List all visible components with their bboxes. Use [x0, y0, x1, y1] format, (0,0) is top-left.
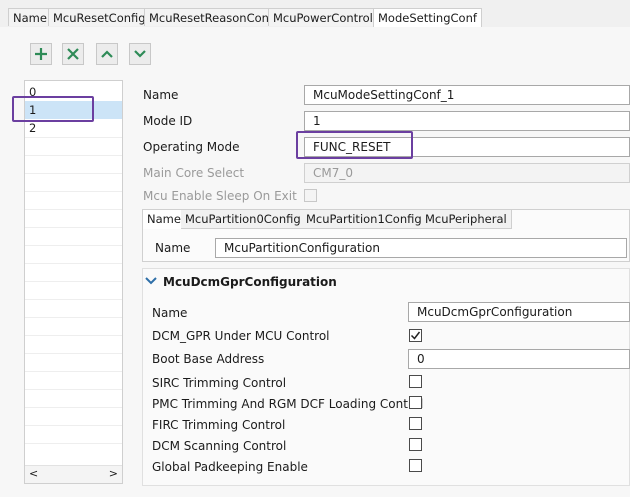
- inner-tab-mcu-partition1-config[interactable]: McuPartition1Config: [302, 210, 427, 229]
- inner-tab-mcu-partition0-config[interactable]: McuPartition0Config: [181, 210, 306, 229]
- dcm-gpr-checkbox[interactable]: [409, 329, 422, 342]
- name-label: Name: [143, 88, 179, 102]
- inner-tab-mcu-peripheral[interactable]: McuPeripheral: [421, 210, 512, 229]
- collapse-chevron-icon[interactable]: [145, 276, 157, 286]
- divider: [25, 425, 122, 426]
- checkmark-icon: [410, 331, 421, 340]
- name-field[interactable]: McuModeSettingConf_1: [304, 85, 630, 105]
- divider: [25, 299, 122, 300]
- chevron-up-icon: [101, 50, 113, 58]
- top-tab-bar: Name McuResetConfig McuResetReasonConf M…: [0, 0, 630, 28]
- divider: [25, 317, 122, 318]
- partition-name-label: Name: [155, 241, 191, 255]
- dcm-scan-checkbox[interactable]: [409, 438, 422, 451]
- sleep-on-exit-checkbox[interactable]: [304, 189, 317, 202]
- firc-checkbox[interactable]: [409, 417, 422, 430]
- partition-config-panel: Name McuPartition0Config McuPartition1Co…: [142, 209, 630, 262]
- sirc-checkbox[interactable]: [409, 375, 422, 388]
- divider: [25, 281, 122, 282]
- pmc-checkbox[interactable]: [409, 396, 422, 409]
- divider: [25, 335, 122, 336]
- x-icon: [67, 48, 79, 60]
- main-core-select[interactable]: CM7_0: [304, 163, 630, 183]
- divider: [25, 191, 122, 192]
- divider: [25, 173, 122, 174]
- scroll-right-icon[interactable]: >: [109, 467, 118, 480]
- pmc-label: PMC Trimming And RGM DCF Loading Control: [152, 397, 424, 411]
- chevron-down-icon: [134, 50, 146, 58]
- divider: [25, 353, 122, 354]
- main-core-select-label: Main Core Select: [143, 166, 245, 180]
- dcm-name-field[interactable]: McuDcmGprConfiguration: [408, 302, 630, 322]
- mode-id-label: Mode ID: [143, 114, 193, 128]
- mode-id-field[interactable]: 1: [304, 111, 630, 131]
- boot-base-field[interactable]: 0: [408, 349, 630, 369]
- tab-mcu-reset-config[interactable]: McuResetConfig: [48, 8, 151, 26]
- plus-icon: [35, 48, 47, 60]
- divider: [25, 155, 122, 156]
- mode-setting-list[interactable]: 0 1 2 < >: [24, 80, 123, 484]
- inner-tab-name[interactable]: Name: [143, 210, 186, 229]
- sirc-label: SIRC Trimming Control: [152, 376, 287, 390]
- firc-label: FIRC Trimming Control: [152, 418, 286, 432]
- scroll-left-icon[interactable]: <: [29, 467, 38, 480]
- remove-button[interactable]: [62, 43, 84, 65]
- padkeep-checkbox[interactable]: [409, 459, 422, 472]
- dcm-gpr-label: DCM_GPR Under MCU Control: [152, 329, 330, 343]
- divider: [25, 245, 122, 246]
- add-button[interactable]: [30, 43, 52, 65]
- partition-name-field[interactable]: McuPartitionConfiguration: [215, 238, 627, 258]
- divider: [25, 371, 122, 372]
- divider: [25, 263, 122, 264]
- boot-base-label: Boot Base Address: [152, 352, 265, 366]
- divider: [25, 407, 122, 408]
- divider: [25, 443, 122, 444]
- tab-mcu-power-control[interactable]: McuPowerControl: [268, 8, 378, 26]
- highlight-box-list-item: [12, 96, 94, 122]
- operating-mode-label: Operating Mode: [143, 140, 240, 154]
- divider: [25, 209, 122, 210]
- move-up-button[interactable]: [96, 43, 118, 65]
- horizontal-scrollbar[interactable]: < >: [25, 465, 122, 483]
- dcm-scan-label: DCM Scanning Control: [152, 439, 287, 453]
- tab-mode-setting-conf[interactable]: ModeSettingConf: [373, 8, 482, 28]
- section-title: McuDcmGprConfiguration: [163, 275, 337, 289]
- highlight-box-operating-mode: [296, 131, 413, 159]
- tab-mcu-reset-reason-conf[interactable]: McuResetReasonConf: [144, 8, 278, 26]
- move-down-button[interactable]: [129, 43, 151, 65]
- tab-name[interactable]: Name: [8, 8, 52, 26]
- divider: [25, 389, 122, 390]
- divider: [25, 137, 122, 138]
- sleep-on-exit-label: Mcu Enable Sleep On Exit: [143, 189, 297, 203]
- dcm-name-label: Name: [152, 306, 188, 320]
- divider: [25, 227, 122, 228]
- padkeep-label: Global Padkeeping Enable: [152, 460, 308, 474]
